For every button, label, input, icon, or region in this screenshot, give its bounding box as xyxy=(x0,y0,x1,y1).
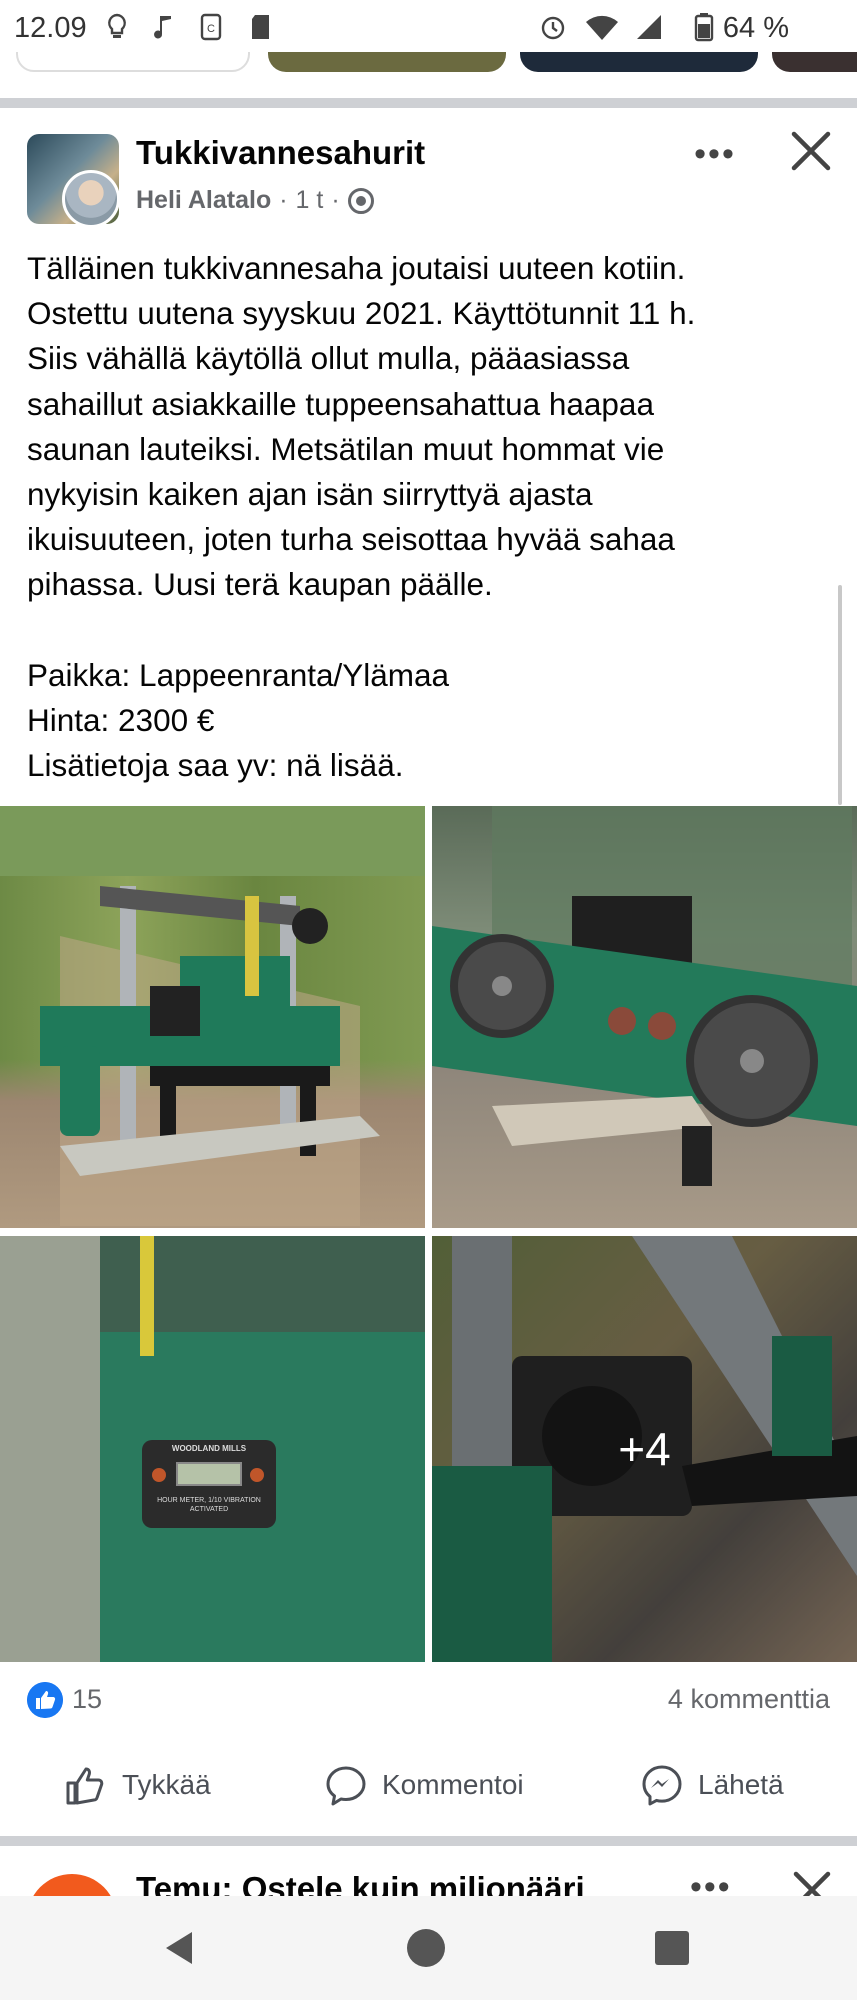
svg-text:C: C xyxy=(207,23,215,35)
like-reaction-icon[interactable] xyxy=(27,1682,63,1718)
story-card[interactable] xyxy=(772,52,857,72)
post-contact: Lisätietoja saa yv: nä lisää. xyxy=(27,747,404,784)
stories-strip[interactable] xyxy=(0,52,857,72)
battery-level: 64 % xyxy=(722,12,789,44)
send-button-label: Lähetä xyxy=(698,1769,784,1800)
next-post-title[interactable]: Temu: Ostele kuin miljonääri xyxy=(136,1870,585,1896)
comment-count[interactable]: 4 kommenttia xyxy=(668,1684,830,1715)
status-time: 12.09 xyxy=(14,12,87,44)
post-text-line: ikuisuuteen, joten turha seisottaa hyvää… xyxy=(27,521,675,558)
feed-divider xyxy=(0,1836,857,1846)
sd-card-icon xyxy=(252,15,269,39)
meter-caption: HOUR METER, 1/10 VIBRATION ACTIVATED xyxy=(157,1497,261,1513)
photo-hour-meter[interactable]: WOODLAND MILLS HOUR METER, 1/10 VIBRATIO… xyxy=(0,1236,425,1662)
ruler xyxy=(140,1236,154,1356)
story-card[interactable] xyxy=(16,52,250,72)
hour-meter: WOODLAND MILLS HOUR METER, 1/10 VIBRATIO… xyxy=(142,1440,276,1528)
close-icon[interactable] xyxy=(790,1868,834,1896)
next-post[interactable]: Temu: Ostele kuin miljonääri ••• xyxy=(0,1862,857,1896)
group-name[interactable]: Tukkivannesahurit xyxy=(136,134,425,172)
thumbs-up-icon xyxy=(66,1767,104,1805)
wifi-icon xyxy=(586,15,618,40)
meter-button-right xyxy=(250,1468,264,1482)
post-text-line: Ostettu uutena syyskuu 2021. Käyttötunni… xyxy=(27,295,696,332)
music-note-icon xyxy=(154,16,171,39)
story-card[interactable] xyxy=(520,52,758,72)
messenger-icon xyxy=(642,1765,682,1806)
home-icon[interactable] xyxy=(404,1926,448,1970)
post-text-line: Siis vähällä käytöllä ollut mulla, pääas… xyxy=(27,340,630,377)
author-avatar[interactable] xyxy=(62,170,120,228)
like-button-label: Tykkää xyxy=(122,1769,211,1800)
post-text-line: sahaillut asiakkaille tuppeensahattua ha… xyxy=(27,385,654,422)
send-button[interactable]: Lähetä xyxy=(640,1755,784,1815)
feed-divider xyxy=(0,98,857,108)
post-more-button[interactable]: ••• xyxy=(690,134,740,174)
meter-brand: WOODLAND MILLS xyxy=(171,1444,247,1453)
scrollbar[interactable] xyxy=(838,585,842,805)
meta-separator: · xyxy=(331,186,340,214)
app-notification-icon: C xyxy=(200,13,222,41)
photo-engine[interactable]: +4 xyxy=(432,1236,857,1662)
tarp-area xyxy=(0,1236,100,1662)
post-location: Paikka: Lappeenranta/Ylämaa xyxy=(27,656,450,693)
privacy-icon xyxy=(347,187,374,214)
post-text-line: nykyisin kaiken ajan isän siirryttyä aja… xyxy=(27,476,593,513)
next-post-more-button[interactable]: ••• xyxy=(690,1868,732,1896)
photo-sawmill-wheels[interactable] xyxy=(432,806,857,1228)
lightbulb-icon xyxy=(108,13,126,38)
post-text-line: pihassa. Uusi terä kaupan päälle. xyxy=(27,566,493,603)
meta-separator: · xyxy=(279,186,288,214)
band-wheels-illustration xyxy=(432,806,857,1186)
like-count[interactable]: 15 xyxy=(72,1684,102,1715)
recents-icon[interactable] xyxy=(650,1926,694,1970)
battery-icon xyxy=(694,13,714,42)
post-time[interactable]: 1 t xyxy=(296,186,324,215)
post-meta: Heli Alatalo · 1 t · xyxy=(136,186,374,215)
post-text-line: Tälläinen tukkivannesaha joutaisi uuteen… xyxy=(27,250,686,286)
sawmill-illustration xyxy=(0,806,425,1226)
story-card[interactable] xyxy=(268,52,506,72)
comment-button[interactable]: Kommentoi xyxy=(324,1755,524,1815)
more-photos-overlay[interactable]: +4 xyxy=(432,1236,857,1662)
comment-bubble-icon xyxy=(326,1766,366,1806)
post-price: Hinta: 2300 € xyxy=(27,702,215,739)
author-name[interactable]: Heli Alatalo xyxy=(136,186,271,215)
system-nav-bar xyxy=(0,1896,857,2000)
post-text-line: saunan lauteiksi. Metsätilan muut hommat… xyxy=(27,430,665,467)
meter-display xyxy=(176,1462,242,1486)
back-icon[interactable] xyxy=(158,1926,202,1970)
status-bar: 12.09 C 64 % xyxy=(0,0,857,60)
alarm-icon xyxy=(541,16,565,40)
signal-icon xyxy=(637,15,661,39)
like-button[interactable]: Tykkää xyxy=(64,1755,211,1815)
next-post-avatar[interactable] xyxy=(27,1874,117,1896)
photo-sawmill-front[interactable] xyxy=(0,806,425,1228)
meter-button-left xyxy=(152,1468,166,1482)
post-body: Tälläinen tukkivannesaha joutaisi uuteen… xyxy=(27,246,827,788)
comment-button-label: Kommentoi xyxy=(382,1769,524,1800)
close-icon[interactable] xyxy=(788,128,834,174)
